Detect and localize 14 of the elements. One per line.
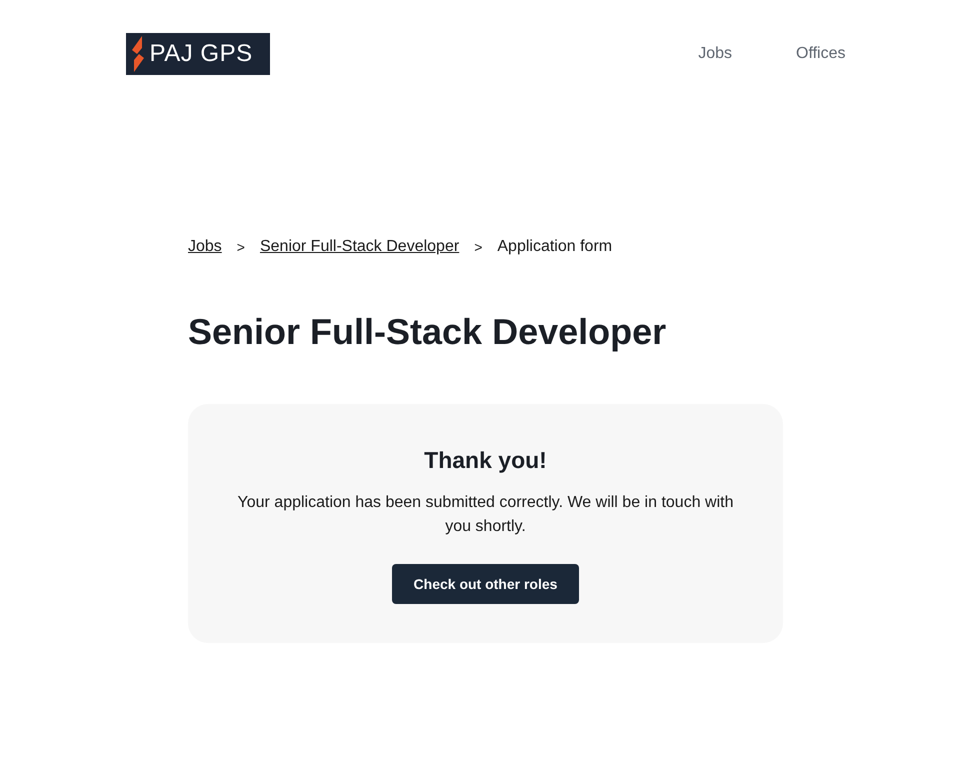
bolt-logo-icon (130, 36, 146, 72)
other-roles-button[interactable]: Check out other roles (392, 564, 580, 604)
nav-link[interactable]: Offices (796, 43, 846, 65)
nav-link[interactable]: Jobs (698, 43, 732, 65)
breadcrumb-separator: > (473, 238, 484, 257)
logo[interactable]: PAJ GPS (126, 33, 270, 75)
page-title: Senior Full-Stack Developer (188, 310, 668, 354)
logo-text: PAJ GPS (150, 42, 253, 66)
breadcrumb-separator: > (236, 238, 246, 257)
confirmation-message: Your application has been submitted correctly. We will be in touch with you shortly. (236, 493, 734, 537)
breadcrumb-link[interactable]: Jobs (188, 235, 222, 259)
card-heading: Thank you! (424, 446, 547, 475)
breadcrumb-link[interactable]: Senior Full-Stack Developer (260, 235, 460, 259)
breadcrumb-current: Application form (497, 237, 612, 257)
